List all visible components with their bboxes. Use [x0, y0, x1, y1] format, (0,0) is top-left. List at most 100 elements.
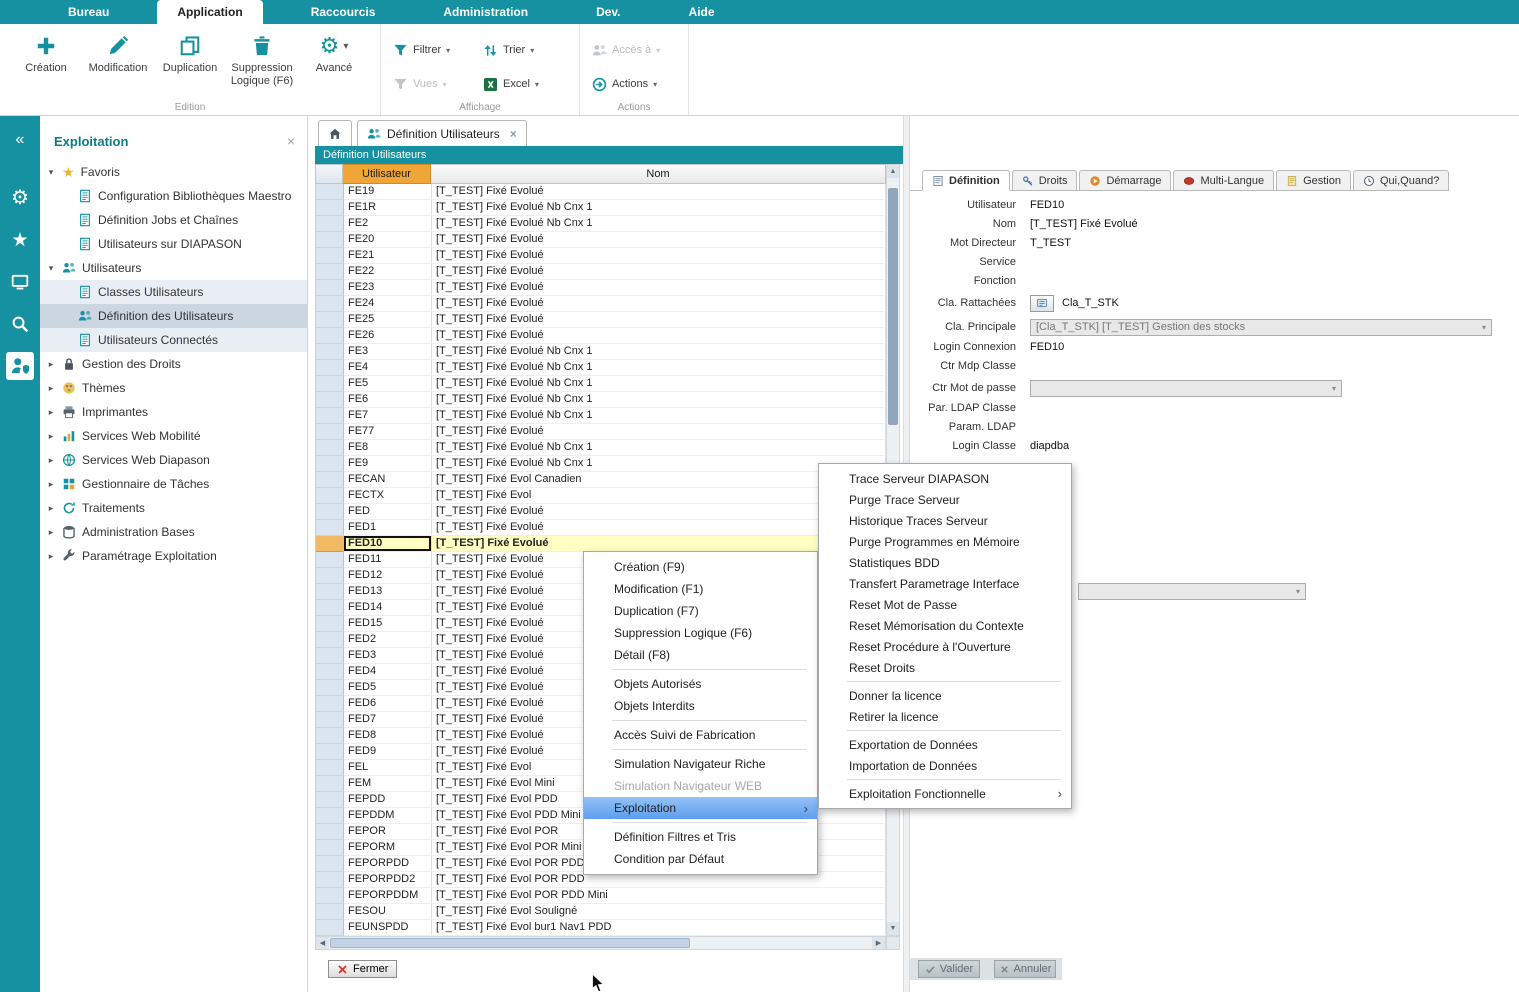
menubar-tab-dev[interactable]: Dev. [576, 0, 640, 24]
scroll-left-icon[interactable]: ◀ [316, 937, 329, 949]
menu-item-trace-serveur-diapason[interactable]: Trace Serveur DIAPASON [819, 468, 1071, 489]
menubar-tab-administration[interactable]: Administration [423, 0, 548, 24]
table-row[interactable]: FE6[T_TEST] Fixé Evolué Nb Cnx 1 [316, 392, 886, 408]
cell-nom[interactable]: [T_TEST] Fixé Evolué [432, 328, 886, 344]
menu-item-exploitation[interactable]: Exploitation› [584, 797, 817, 819]
cell-utilisateur[interactable]: FEPOR [344, 824, 432, 840]
table-row[interactable]: FE5[T_TEST] Fixé Evolué Nb Cnx 1 [316, 376, 886, 392]
cell-utilisateur[interactable]: FE25 [344, 312, 432, 328]
tree-item-param-trage-exploitation[interactable]: ▸Paramétrage Exploitation [40, 544, 307, 568]
cell-nom[interactable]: [T_TEST] Fixé Evolué [432, 184, 886, 200]
menu-item-reset-droits[interactable]: Reset Droits [819, 657, 1071, 678]
annuler-button[interactable]: Annuler [994, 960, 1056, 978]
cell-nom[interactable]: [T_TEST] Fixé Evolué [432, 296, 886, 312]
cell-nom[interactable]: [T_TEST] Fixé Evolué [432, 264, 886, 280]
cell-utilisateur[interactable]: FEPORPDDM [344, 888, 432, 904]
fermer-button[interactable]: Fermer [328, 960, 397, 978]
row-selector-cell[interactable] [316, 632, 344, 648]
row-selector-cell[interactable] [316, 392, 344, 408]
cell-utilisateur[interactable]: FECAN [344, 472, 432, 488]
row-selector-cell[interactable] [316, 840, 344, 856]
cell-nom[interactable]: [T_TEST] Fixé Evol POR PDD Mini [432, 888, 886, 904]
table-row[interactable]: FE8[T_TEST] Fixé Evolué Nb Cnx 1 [316, 440, 886, 456]
cell-nom[interactable]: [T_TEST] Fixé Evolué Nb Cnx 1 [432, 440, 886, 456]
avanc-button[interactable]: ⚙▾Avancé [300, 28, 368, 101]
row-selector-cell[interactable] [316, 200, 344, 216]
cell-utilisateur[interactable]: FE24 [344, 296, 432, 312]
cell-utilisateur[interactable]: FED5 [344, 680, 432, 696]
row-selector-cell[interactable] [316, 280, 344, 296]
cell-utilisateur[interactable]: FE20 [344, 232, 432, 248]
row-selector-cell[interactable] [316, 360, 344, 376]
trier-button[interactable]: Trier▾ [483, 40, 567, 60]
cell-utilisateur[interactable]: FED15 [344, 616, 432, 632]
row-selector-cell[interactable] [316, 728, 344, 744]
table-row[interactable]: FED1[T_TEST] Fixé Evolué [316, 520, 886, 536]
menu-item-exportation-de-donn-es[interactable]: Exportation de Données [819, 734, 1071, 755]
cell-nom[interactable]: [T_TEST] Fixé Evolué Nb Cnx 1 [432, 200, 886, 216]
detail-tab-d-marrage[interactable]: Démarrage [1079, 170, 1171, 191]
cell-utilisateur[interactable]: FED2 [344, 632, 432, 648]
menu-item-modification-f1[interactable]: Modification (F1) [584, 578, 817, 600]
row-selector-cell[interactable] [316, 712, 344, 728]
row-selector-cell[interactable] [316, 232, 344, 248]
menu-item-simulation-navigateur-web[interactable]: Simulation Navigateur WEB [584, 775, 817, 797]
row-selector-cell[interactable] [316, 248, 344, 264]
cell-utilisateur[interactable]: FED10 [344, 536, 432, 552]
collapse-panel-button[interactable]: « [6, 126, 34, 154]
row-selector-cell[interactable] [316, 424, 344, 440]
cr-ation-button[interactable]: Création [12, 28, 80, 101]
row-selector-cell[interactable] [316, 264, 344, 280]
cell-nom[interactable]: [T_TEST] Fixé Evolué [432, 248, 886, 264]
table-row[interactable]: FECTX[T_TEST] Fixé Evol [316, 488, 886, 504]
tree-item-traitements[interactable]: ▸Traitements [40, 496, 307, 520]
row-selector-cell[interactable] [316, 856, 344, 872]
tree-item-utilisateurs[interactable]: ▾Utilisateurs [40, 256, 307, 280]
cell-utilisateur[interactable]: FEPORPDD2 [344, 872, 432, 888]
actions-button[interactable]: Actions▾ [592, 74, 676, 94]
table-row[interactable]: FE3[T_TEST] Fixé Evolué Nb Cnx 1 [316, 344, 886, 360]
vues-button[interactable]: Vues▾ [393, 74, 477, 94]
ctr-mot-de-passe-select[interactable]: ▾ [1030, 380, 1342, 397]
menu-item-exploitation-fonctionnelle[interactable]: Exploitation Fonctionnelle› [819, 783, 1071, 804]
tab-close-icon[interactable]: × [510, 127, 517, 141]
excel-button[interactable]: Excel▾ [483, 74, 567, 94]
tree-item-imprimantes[interactable]: ▸Imprimantes [40, 400, 307, 424]
tree-item-services-web-mobilit[interactable]: ▸Services Web Mobilité [40, 424, 307, 448]
row-selector-cell[interactable] [316, 792, 344, 808]
cell-utilisateur[interactable]: FEPORPDD [344, 856, 432, 872]
cell-utilisateur[interactable]: FE3 [344, 344, 432, 360]
cell-nom[interactable]: [T_TEST] Fixé Evol bur1 Nav1 PDD [432, 920, 886, 936]
cell-utilisateur[interactable]: FE21 [344, 248, 432, 264]
row-selector-cell[interactable] [316, 504, 344, 520]
cla-principale-select[interactable]: [Cla_T_STK] [T_TEST] Gestion des stocks▾ [1030, 319, 1492, 336]
row-selector-cell[interactable] [316, 808, 344, 824]
row-selector-cell[interactable] [316, 824, 344, 840]
menubar-tab-raccourcis[interactable]: Raccourcis [291, 0, 396, 24]
horizontal-scrollbar[interactable]: ◀ ▶ [315, 936, 886, 950]
tree-item-configuration-biblioth-ques-maestro[interactable]: Configuration Bibliothèques Maestro [40, 184, 307, 208]
menubar-tab-aide[interactable]: Aide [669, 0, 735, 24]
cell-utilisateur[interactable]: FE7 [344, 408, 432, 424]
table-row[interactable]: FEPORPDDM[T_TEST] Fixé Evol POR PDD Mini [316, 888, 886, 904]
tree-item-th-mes[interactable]: ▸Thèmes [40, 376, 307, 400]
row-selector-cell[interactable] [316, 184, 344, 200]
detail-tab-gestion[interactable]: Gestion [1276, 170, 1351, 191]
cell-nom[interactable]: [T_TEST] Fixé Evolué [432, 312, 886, 328]
menubar-tab-bureau[interactable]: Bureau [48, 0, 129, 24]
hidden-field-select[interactable]: ▾ [1078, 583, 1306, 600]
table-row[interactable]: FESOU[T_TEST] Fixé Evol Souligné [316, 904, 886, 920]
table-row[interactable]: FE24[T_TEST] Fixé Evolué [316, 296, 886, 312]
row-selector-cell[interactable] [316, 664, 344, 680]
table-row[interactable]: FE21[T_TEST] Fixé Evolué [316, 248, 886, 264]
menu-item-reset-proc-dure-l-ouverture[interactable]: Reset Procédure à l'Ouverture [819, 636, 1071, 657]
cell-nom[interactable]: [T_TEST] Fixé Evolué Nb Cnx 1 [432, 408, 886, 424]
cell-utilisateur[interactable]: FE19 [344, 184, 432, 200]
cell-utilisateur[interactable]: FE4 [344, 360, 432, 376]
table-row[interactable]: FED[T_TEST] Fixé Evolué [316, 504, 886, 520]
tab-definition-utilisateurs[interactable]: Définition Utilisateurs × [357, 120, 527, 146]
menu-item-importation-de-donn-es[interactable]: Importation de Données [819, 755, 1071, 776]
row-selector-cell[interactable] [316, 296, 344, 312]
cell-utilisateur[interactable]: FE2 [344, 216, 432, 232]
row-selector-cell[interactable] [316, 552, 344, 568]
